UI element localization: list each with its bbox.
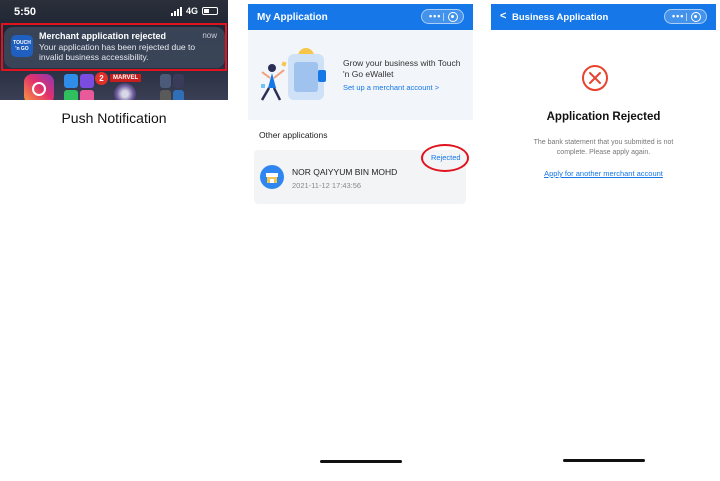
merchant-illustration-icon	[260, 48, 326, 101]
application-card[interactable]: NOR QAIYYUM BIN MOHD 2021-11-12 17:43:56…	[254, 144, 469, 204]
store-icon	[260, 165, 284, 189]
close-miniapp-icon[interactable]	[448, 12, 458, 22]
marvel-label: MARVEL	[110, 74, 142, 82]
status-bar: 5:50 4G	[0, 0, 228, 22]
business-application-screen: < Business Application ••• Application R…	[491, 4, 716, 480]
network-type: 4G	[185, 6, 198, 16]
promo-text: Grow your business with Touch 'n Go eWal…	[343, 58, 461, 79]
rejected-x-icon	[582, 65, 608, 91]
status-title: Application Rejected	[546, 111, 661, 123]
status-time: 5:50	[14, 6, 37, 18]
home-indicator	[563, 459, 645, 462]
applicant-name: NOR QAIYYUM BIN MOHD	[292, 167, 398, 177]
my-application-screen: My Application ••• Grow your business wi…	[248, 4, 473, 480]
miniapp-capsule: •••	[421, 9, 464, 24]
setup-merchant-link[interactable]: Set up a merchant account >	[343, 83, 439, 92]
app-folder-icon[interactable]	[64, 74, 94, 100]
marvel-app-icon[interactable]: MARVEL	[104, 74, 150, 100]
page-title: Business Application	[512, 12, 609, 23]
close-miniapp-icon[interactable]	[691, 12, 701, 22]
back-button[interactable]: <	[500, 10, 506, 22]
status-indicators: 4G	[170, 6, 218, 16]
panel-caption: Push Notification	[61, 110, 167, 126]
instagram-app-icon[interactable]	[24, 74, 54, 100]
highlight-circle	[421, 144, 469, 172]
page-title: My Application	[257, 12, 328, 23]
app-folder-icon-2[interactable]	[160, 74, 184, 100]
apply-again-link[interactable]: Apply for another merchant account	[491, 169, 716, 178]
battery-icon	[202, 7, 218, 15]
more-menu-button[interactable]: •••	[429, 12, 441, 21]
promo-banner: Grow your business with Touch 'n Go eWal…	[248, 30, 473, 120]
signal-icon	[170, 6, 182, 16]
rejection-message: The bank statement that you submitted is…	[533, 139, 674, 156]
header-bar: My Application •••	[248, 4, 473, 30]
push-notification-screenshot: 5:50 4G MARVEL 2 TOUCH 'n GO Merchant ap…	[0, 0, 228, 100]
application-date: 2021-11-12 17:43:56	[292, 181, 362, 190]
highlight-box	[1, 23, 227, 71]
capsule-divider	[443, 13, 444, 21]
section-title: Other applications	[259, 130, 328, 140]
more-menu-button[interactable]: •••	[672, 12, 684, 21]
notification-badge: 2	[95, 72, 108, 85]
home-indicator	[320, 460, 402, 463]
shield-icon	[114, 83, 136, 100]
header-bar: < Business Application •••	[491, 4, 716, 30]
miniapp-capsule: •••	[664, 9, 707, 24]
capsule-divider	[686, 13, 687, 21]
